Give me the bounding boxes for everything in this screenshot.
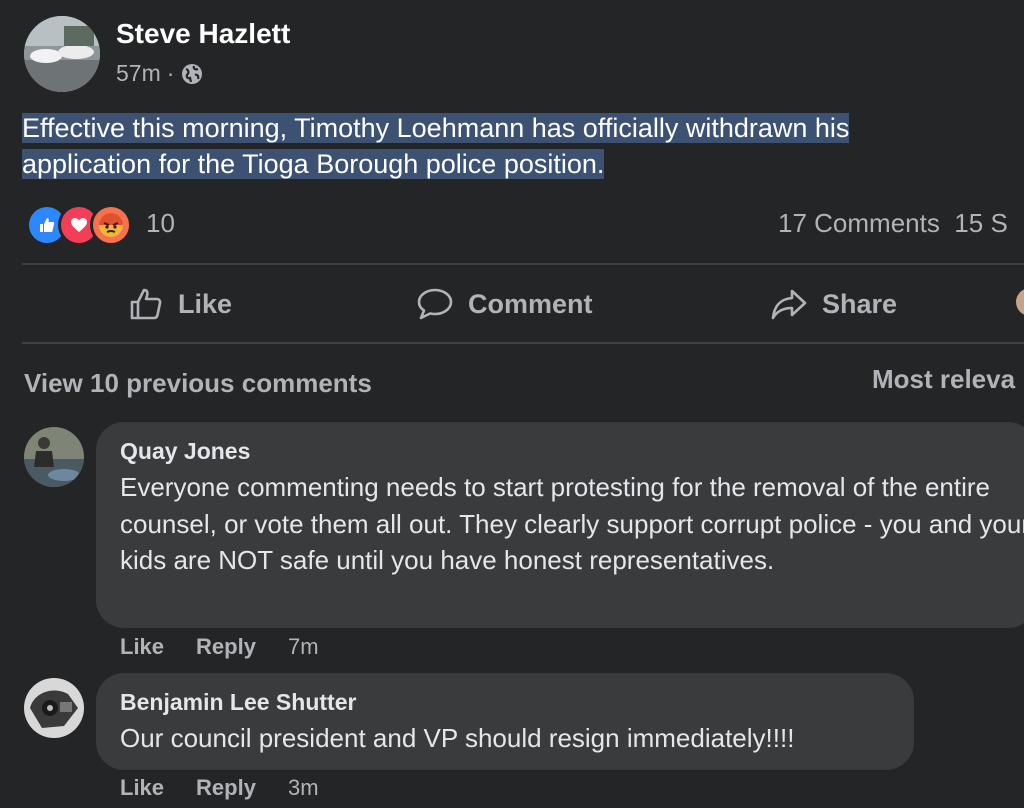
reactions-summary[interactable] <box>26 204 132 246</box>
comment-time[interactable]: 3m <box>288 775 319 801</box>
post-text: Effective this morning, Timothy Loehmann… <box>22 113 850 179</box>
comment-sort-dropdown[interactable]: Most releva <box>872 364 1015 395</box>
meta-separator: · <box>166 60 175 86</box>
post-body: Effective this morning, Timothy Loehmann… <box>22 110 982 182</box>
comment-bubble: Quay Jones Everyone commenting needs to … <box>96 422 1024 628</box>
reaction-count[interactable]: 10 <box>146 208 175 239</box>
like-label: Like <box>178 288 233 319</box>
reacting-user-avatar[interactable] <box>1016 288 1024 316</box>
post-author-name[interactable]: Steve Hazlett <box>116 18 290 50</box>
commenter-avatar[interactable] <box>24 427 84 487</box>
share-label: Share <box>822 288 898 319</box>
share-arrow-icon <box>770 286 808 322</box>
divider <box>22 263 1024 265</box>
share-button[interactable]: Share <box>770 286 897 322</box>
thumbs-up-icon <box>128 286 164 322</box>
comment-author[interactable]: Benjamin Lee Shutter <box>120 689 356 716</box>
poster-avatar[interactable] <box>24 16 100 92</box>
angry-reaction-icon <box>90 204 132 246</box>
comment-actions: Like Reply 7m <box>120 634 319 660</box>
post-time[interactable]: 57m <box>116 60 161 87</box>
comment-actions: Like Reply 3m <box>120 775 319 801</box>
comment-bubble: Benjamin Lee Shutter Our council preside… <box>96 673 914 770</box>
shares-count[interactable]: 15 S <box>954 208 1008 238</box>
comment-label: Comment <box>468 288 593 319</box>
post-meta: 57m · <box>116 60 204 87</box>
globe-icon <box>180 62 204 86</box>
comment-button[interactable]: Comment <box>416 286 593 322</box>
speech-bubble-icon <box>416 286 454 322</box>
comment-reply-button[interactable]: Reply <box>196 634 256 660</box>
comment-like-button[interactable]: Like <box>120 775 164 801</box>
comment-reply-button[interactable]: Reply <box>196 775 256 801</box>
view-previous-comments-link[interactable]: View 10 previous comments <box>24 368 372 399</box>
comment-text: Our council president and VP should resi… <box>120 723 795 753</box>
comment-like-button[interactable]: Like <box>120 634 164 660</box>
comment-author[interactable]: Quay Jones <box>120 438 250 465</box>
comment-time[interactable]: 7m <box>288 634 319 660</box>
post-stats: 17 Comments 15 S <box>778 208 1008 239</box>
divider <box>22 342 1024 344</box>
comment-text: Everyone commenting needs to start prote… <box>120 472 1024 575</box>
commenter-avatar[interactable] <box>24 678 84 738</box>
like-button[interactable]: Like <box>128 286 232 322</box>
comments-count[interactable]: 17 Comments <box>778 208 940 238</box>
